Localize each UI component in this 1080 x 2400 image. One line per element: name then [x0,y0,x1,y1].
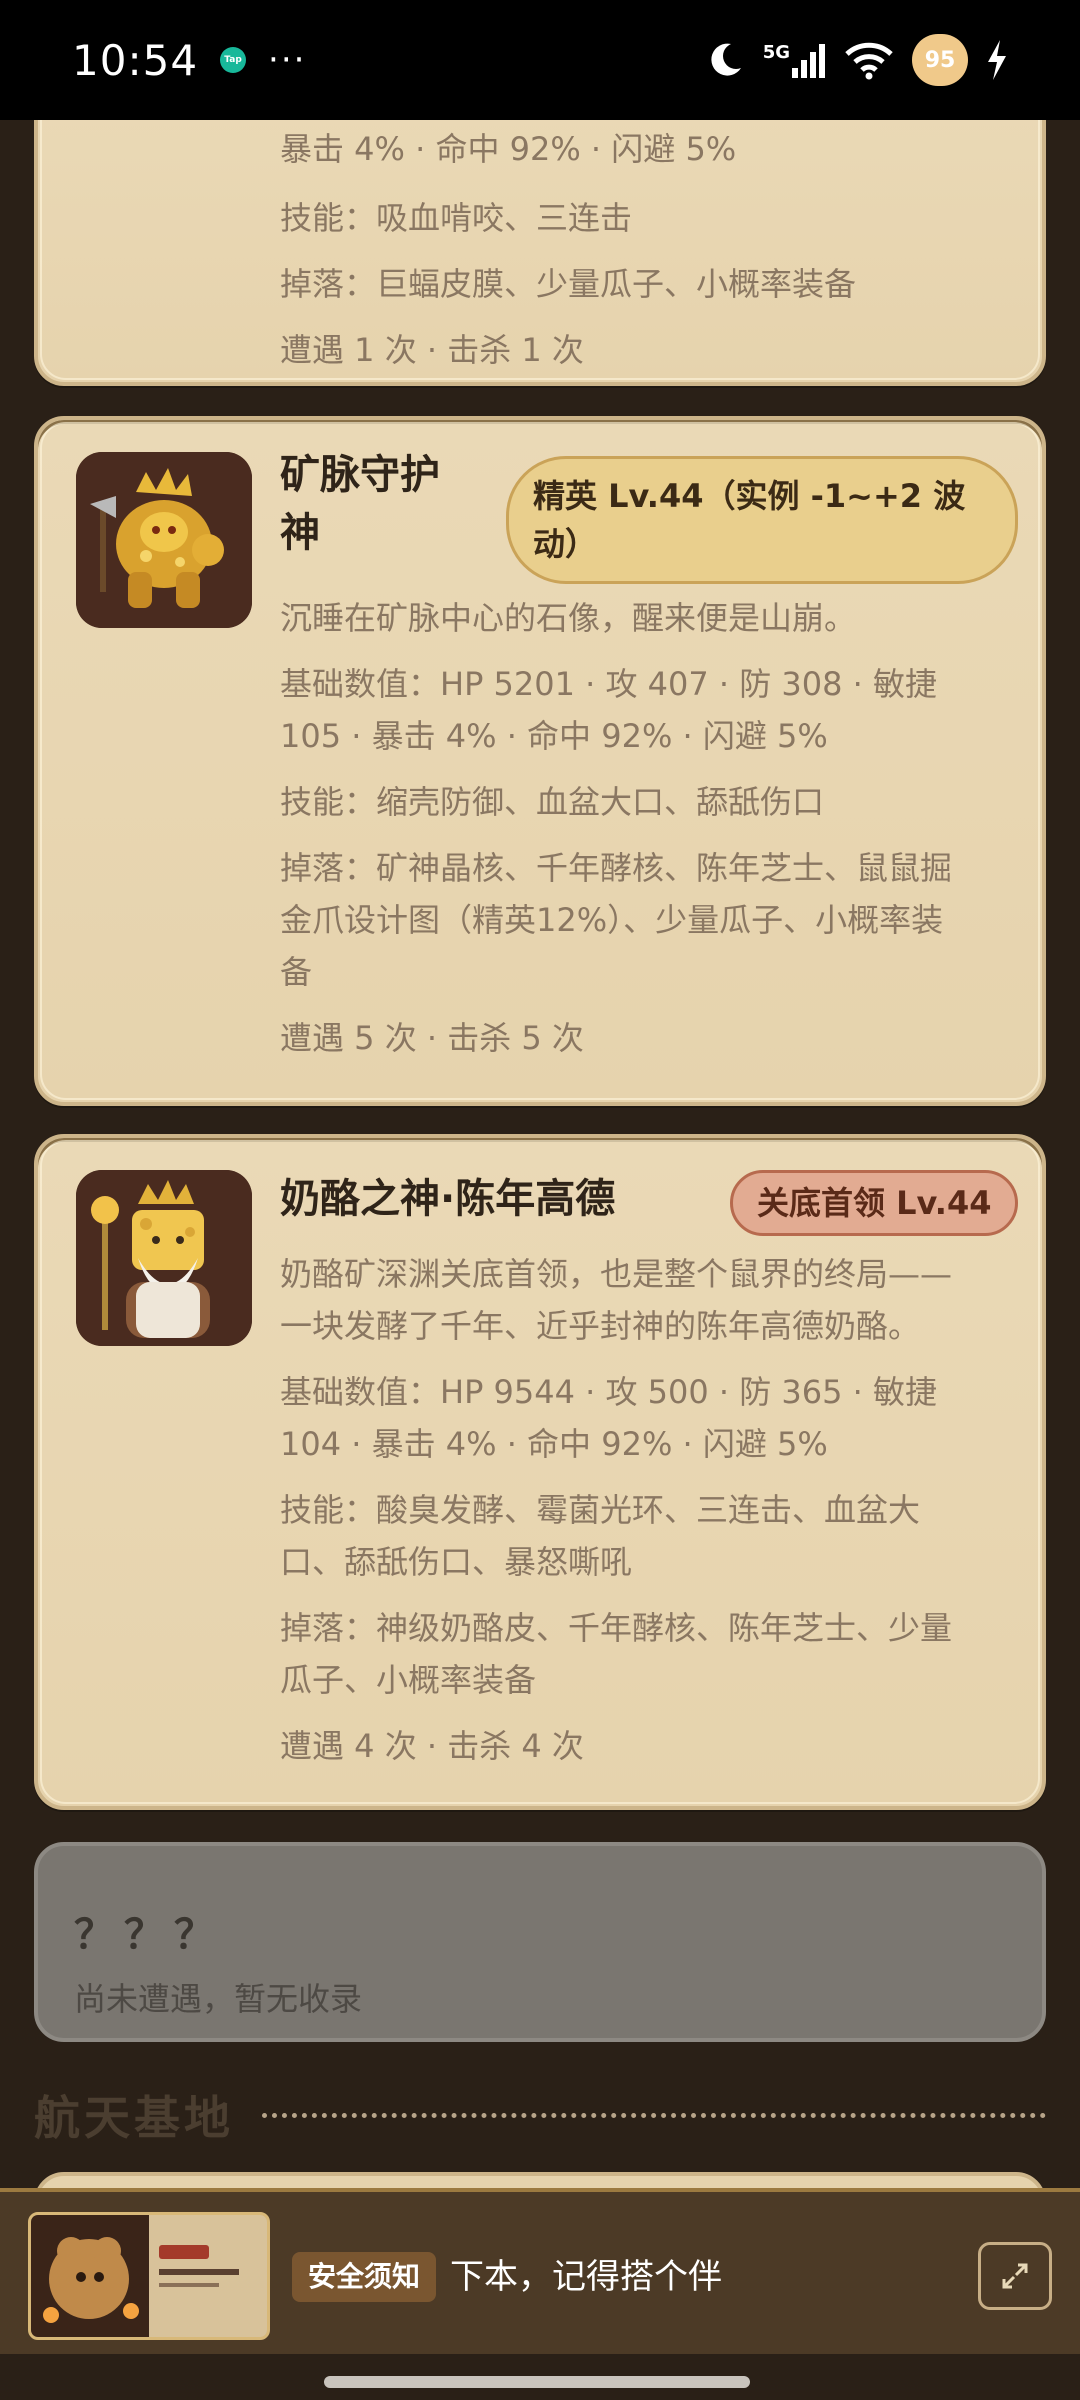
monster-description: 沉睡在矿脉中心的石像，醒来便是山崩。 [280,599,857,637]
home-indicator[interactable] [324,2376,750,2388]
monster-stats: 基础数值：HP 5201 · 攻 407 · 防 308 · 敏捷 105 · … [280,665,938,755]
monster-card[interactable]: 矿脉守护 神 精英 Lv.44（实例 -1~+2 波 动） 沉睡在矿脉中心的石像… [34,416,1046,1106]
monster-card[interactable] [34,2172,1046,2188]
boss-level-badge: 关底首领 Lv.44 [730,1170,1019,1236]
monster-description: 奶酪矿深渊关底首领，也是整个鼠界的终局—— 一块发酵了千年、近乎封神的陈年高德奶… [280,1255,953,1345]
wifi-icon [845,42,893,80]
expand-icon[interactable] [978,2242,1052,2310]
moon-icon [711,43,741,76]
status-icons: 5G 95 [705,34,1008,86]
monster-drops: 掉落：巨蝠皮膜、少量瓜子、小概率装备 [280,265,857,303]
more-notifications-icon: ··· [268,40,307,80]
monster-encounters: 遭遇 4 次 · 击杀 4 次 [280,1727,584,1765]
monster-drops: 掉落：矿神晶核、千年酵核、陈年芝士、鼠鼠掘 金爪设计图（精英12%）、少量瓜子、… [280,849,953,991]
network-5g-icon: 5G [763,42,826,78]
monster-card[interactable]: 奶酪之神·陈年高德 关底首领 Lv.44 奶酪矿深渊关底首领，也是整个鼠界的终局… [34,1134,1046,1810]
monster-card[interactable]: 暴击 4% · 命中 92% · 闪避 5% 技能：吸血啃咬、三连击 掉落：巨蝠… [34,120,1046,386]
unknown-monster-card[interactable]: ？？？ 尚未遭遇，暂无收录 [34,1842,1046,2042]
monster-stats: 暴击 4% · 命中 92% · 闪避 5% [280,130,737,168]
monster-avatar [76,452,252,628]
banner-thumbnail [28,2212,270,2340]
monster-encounters: 遭遇 1 次 · 击杀 1 次 [280,331,584,369]
unknown-monster-title: ？？？ [74,1912,224,1958]
status-bar: 10:54 Tap ··· 5G 95 [0,0,1080,120]
monster-drops: 掉落：神级奶酪皮、千年酵核、陈年芝士、少量 瓜子、小概率装备 [280,1609,953,1699]
monster-skills: 技能：缩壳防御、血盆大口、舔舐伤口 [280,783,825,821]
monster-avatar [76,1170,252,1346]
monster-encounters: 遭遇 5 次 · 击杀 5 次 [280,1019,584,1057]
status-time: 10:54 [72,35,199,85]
charging-icon [988,40,1006,80]
section-header: 航天基地 [34,2080,1046,2150]
battery-icon: 95 [912,34,968,86]
bestiary-list[interactable]: 暴击 4% · 命中 92% · 闪避 5% 技能：吸血啃咬、三连击 掉落：巨蝠… [0,120,1080,2188]
unknown-monster-subtitle: 尚未遭遇，暂无收录 [74,1980,363,2018]
tap-icon: Tap [220,47,247,73]
tips-banner[interactable]: 安全须知 下本，记得搭个伴 [0,2188,1080,2354]
section-divider [262,2112,1046,2118]
monster-stats: 基础数值：HP 9544 · 攻 500 · 防 365 · 敏捷 104 · … [280,1373,938,1463]
banner-text: 下本，记得搭个伴 [450,2257,722,2297]
banner-tag: 安全须知 [292,2252,437,2302]
monster-skills: 技能：吸血啃咬、三连击 [280,199,633,237]
monster-skills: 技能：酸臭发酵、霉菌光环、三连击、血盆大 口、舔舐伤口、暴怒嘶吼 [280,1491,921,1581]
section-title: 航天基地 [34,2091,234,2145]
elite-level-badge: 精英 Lv.44（实例 -1~+2 波 动） [506,456,1018,584]
